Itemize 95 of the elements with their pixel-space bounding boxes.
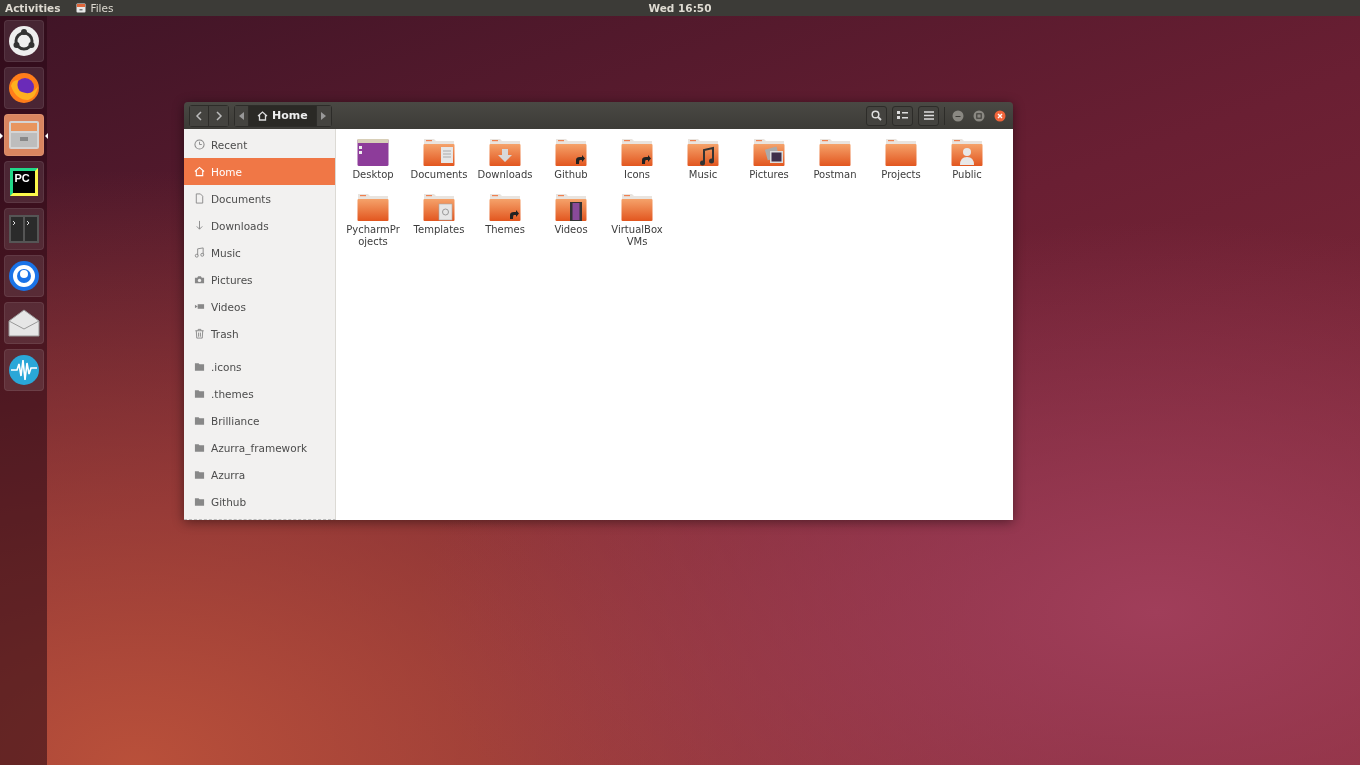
sidebar-item[interactable]: Azurra — [184, 461, 335, 488]
trash-icon — [194, 328, 205, 339]
home-icon — [257, 110, 268, 121]
dock-item[interactable] — [3, 349, 44, 391]
folder-shortcut-icon — [620, 137, 654, 167]
sidebar-item[interactable]: Trash — [184, 320, 335, 347]
scroll-left-button[interactable] — [235, 105, 249, 126]
sidebar-item[interactable]: Music — [184, 239, 335, 266]
waveform-icon — [7, 354, 40, 386]
folder-icon — [194, 361, 205, 372]
sidebar-item[interactable]: .icons — [184, 353, 335, 380]
file-item[interactable]: Themes — [472, 189, 538, 251]
folder-shortcut-icon — [488, 191, 522, 222]
minimize-button[interactable] — [950, 109, 966, 122]
logo-text: PC — [14, 172, 30, 184]
file-item[interactable]: Icons — [604, 135, 670, 184]
triangle-right-icon — [321, 111, 327, 120]
video-camera-icon — [194, 301, 205, 312]
folder-shortcut-icon — [554, 137, 588, 167]
back-button[interactable] — [190, 105, 209, 126]
folder-icon — [194, 388, 205, 399]
menu-icon — [923, 111, 934, 120]
fox-globe-icon — [7, 72, 40, 104]
download-folder-icon — [488, 137, 522, 167]
desktop-folder-icon — [356, 137, 390, 167]
music-folder-icon — [686, 137, 720, 167]
sidebar-item[interactable]: Videos — [184, 293, 335, 320]
dock-item[interactable] — [3, 67, 44, 109]
download-arrow-icon — [194, 220, 205, 231]
minimize-icon — [952, 109, 964, 122]
sidebar-item[interactable]: Brilliance — [184, 407, 335, 434]
dial-icon — [7, 260, 40, 292]
file-item[interactable]: Documents — [406, 135, 472, 184]
folder-icon — [356, 191, 390, 222]
chevron-right-icon — [214, 110, 223, 121]
view-button[interactable] — [892, 105, 913, 126]
person-folder-icon — [950, 137, 984, 167]
search-button[interactable] — [866, 105, 887, 126]
sidebar-item[interactable]: Github — [184, 488, 335, 515]
cabinet-icon — [76, 3, 87, 13]
file-item[interactable]: PycharmPr ojects — [340, 189, 406, 251]
folder-icon — [194, 415, 205, 426]
file-item[interactable]: Downloads — [472, 135, 538, 184]
sidebar-item[interactable]: Documents — [184, 185, 335, 212]
file-item[interactable]: Pictures — [736, 135, 802, 184]
file-item[interactable]: Projects — [868, 135, 934, 184]
film-folder-icon — [554, 191, 588, 222]
file-item[interactable]: Music — [670, 135, 736, 184]
document-icon — [194, 193, 205, 204]
folder-icon — [194, 442, 205, 453]
file-item[interactable]: Desktop — [340, 135, 406, 184]
folder-icon — [620, 191, 654, 222]
list-view-icon — [897, 111, 908, 120]
sidebar-item[interactable]: Recent — [184, 131, 335, 158]
file-item[interactable]: Templates — [406, 189, 472, 251]
camera-icon — [194, 274, 205, 285]
file-item[interactable]: Public — [934, 135, 1000, 184]
chevron-left-icon — [195, 110, 203, 121]
file-item[interactable]: VirtualBox VMs — [604, 189, 670, 251]
path-crumb[interactable]: Home — [249, 105, 317, 126]
dock-item[interactable] — [3, 20, 44, 62]
folder-icon — [194, 496, 205, 507]
home-icon — [194, 166, 205, 177]
app-menu[interactable]: Files — [71, 2, 119, 14]
document-folder-icon — [422, 137, 456, 167]
dock-item[interactable] — [3, 302, 44, 344]
envelope-icon — [7, 309, 40, 337]
folder-icon — [818, 137, 852, 167]
file-item[interactable]: Videos — [538, 189, 604, 251]
search-icon — [871, 110, 882, 121]
file-item[interactable]: Postman — [802, 135, 868, 184]
sidebar-item[interactable]: Downloads — [184, 212, 335, 239]
maximize-button[interactable] — [971, 109, 987, 122]
cabinet-icon — [6, 118, 41, 152]
dock-item[interactable]: PC — [3, 161, 44, 203]
template-folder-icon — [422, 191, 456, 222]
file-item[interactable]: Github — [538, 135, 604, 184]
menu-button[interactable] — [918, 105, 939, 126]
sidebar-item[interactable]: Azurra_framework — [184, 434, 335, 461]
triangle-left-icon — [239, 111, 244, 120]
maximize-icon — [973, 109, 985, 122]
music-note-icon — [194, 247, 205, 258]
clock[interactable]: Wed 16:50 — [648, 2, 712, 14]
folder-icon — [884, 137, 918, 167]
close-icon — [994, 109, 1006, 122]
sidebar-item[interactable]: .themes — [184, 380, 335, 407]
activities-button[interactable]: Activities — [0, 2, 66, 14]
photo-folder-icon — [752, 137, 786, 167]
ring-icon — [7, 25, 40, 57]
folder-icon — [194, 469, 205, 480]
clock-icon — [194, 139, 205, 150]
terminal-panes-icon — [7, 214, 40, 244]
close-button[interactable] — [992, 109, 1008, 122]
sidebar-item[interactable]: Pictures — [184, 266, 335, 293]
dock-item[interactable] — [3, 255, 44, 297]
